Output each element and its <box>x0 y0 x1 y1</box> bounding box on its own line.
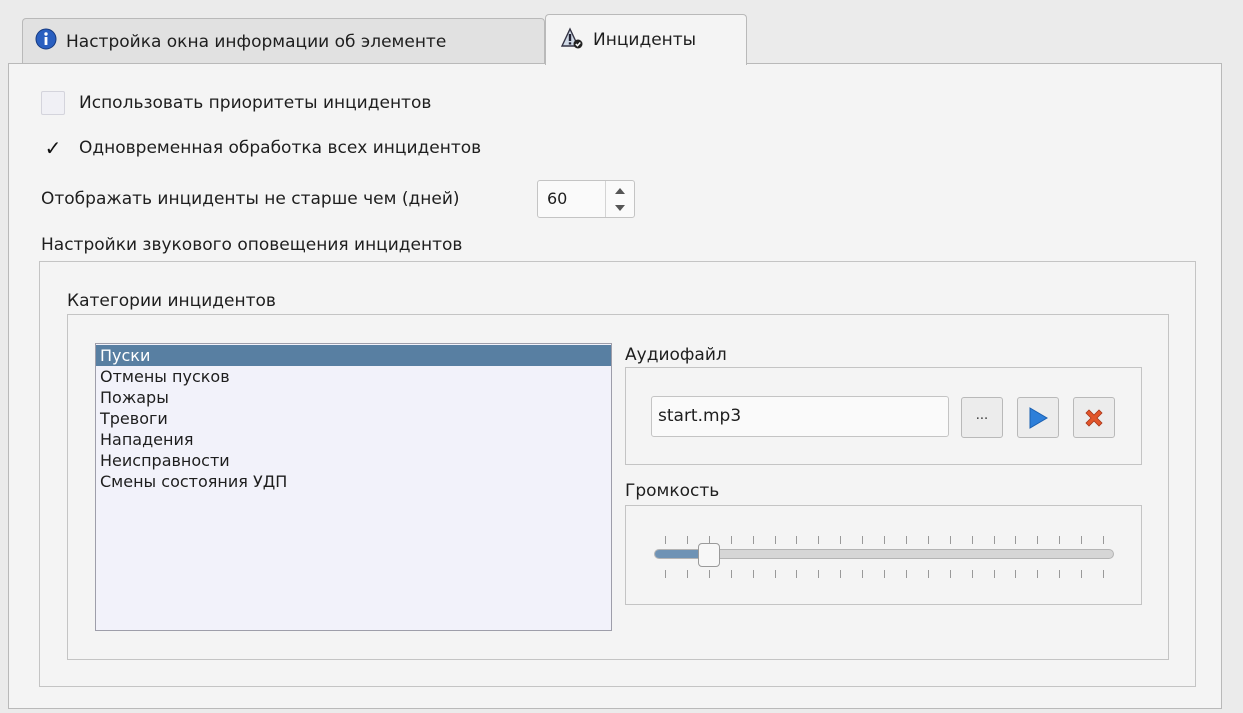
tick-mark <box>1103 570 1104 578</box>
remove-button[interactable] <box>1073 397 1115 438</box>
list-item[interactable]: Отмены пусков <box>96 366 611 387</box>
list-item[interactable]: Смены состояния УДП <box>96 471 611 492</box>
tick-mark <box>884 570 885 578</box>
spin-up-button[interactable] <box>606 181 634 199</box>
tick-mark <box>906 536 907 544</box>
tick-mark <box>1037 536 1038 544</box>
tick-mark <box>972 570 973 578</box>
tick-mark <box>687 570 688 578</box>
category-list[interactable]: Пуски Отмены пусков Пожары Тревоги Нападения… <box>95 343 612 631</box>
tick-mark <box>1081 536 1082 544</box>
tick-mark <box>994 536 995 544</box>
list-item[interactable]: Тревоги <box>96 408 611 429</box>
sound-group-title: Настройки звукового оповещения инциденто… <box>41 235 463 255</box>
use-priorities-checkbox[interactable] <box>41 91 65 115</box>
remove-icon <box>1085 408 1103 427</box>
tick-mark <box>950 536 951 544</box>
volume-ticks-top <box>665 536 1104 546</box>
tick-mark <box>972 536 973 544</box>
tick-mark <box>1059 536 1060 544</box>
tick-mark <box>928 570 929 578</box>
tick-mark <box>862 536 863 544</box>
days-value: 60 <box>547 189 568 208</box>
play-button[interactable] <box>1017 397 1059 438</box>
tick-mark <box>775 570 776 578</box>
tab-info-window-label: Настройка окна информации об элементе <box>66 31 447 52</box>
info-icon <box>35 28 57 55</box>
tick-mark <box>1059 570 1060 578</box>
simultaneous-label: Одновременная обработка всех инцидентов <box>79 138 482 158</box>
tick-mark <box>1015 536 1016 544</box>
tick-mark <box>796 536 797 544</box>
checkmark-icon: ✓ <box>44 136 62 160</box>
volume-ticks-bottom <box>665 570 1104 580</box>
browse-button[interactable]: ... <box>961 397 1003 438</box>
tick-mark <box>818 536 819 544</box>
list-item[interactable]: Пожары <box>96 387 611 408</box>
incident-bell-icon <box>558 26 584 55</box>
volume-label: Громкость <box>625 481 720 501</box>
use-priorities-label: Использовать приоритеты инцидентов <box>79 93 432 113</box>
tick-mark <box>818 570 819 578</box>
list-item[interactable]: Неисправности <box>96 450 611 471</box>
tick-mark <box>1037 570 1038 578</box>
days-filter-label: Отображать инциденты не старше чем (дней… <box>41 189 460 209</box>
tick-mark <box>753 570 754 578</box>
spin-buttons <box>605 181 634 217</box>
simultaneous-checkbox[interactable]: ✓ <box>41 136 65 160</box>
categories-title: Категории инцидентов <box>67 291 276 311</box>
audiofile-input[interactable]: start.mp3 <box>651 396 949 437</box>
list-item[interactable]: Нападения <box>96 429 611 450</box>
tick-mark <box>665 570 666 578</box>
spin-down-button[interactable] <box>606 199 634 217</box>
audiofile-label: Аудиофайл <box>625 345 727 365</box>
tick-mark <box>950 570 951 578</box>
tick-mark <box>687 536 688 544</box>
tick-mark <box>1015 570 1016 578</box>
tick-mark <box>862 570 863 578</box>
tick-mark <box>994 570 995 578</box>
arrow-down-icon <box>615 204 625 211</box>
tick-mark <box>731 570 732 578</box>
volume-slider[interactable] <box>654 549 1114 559</box>
tick-mark <box>665 536 666 544</box>
tick-mark <box>775 536 776 544</box>
tick-mark <box>709 570 710 578</box>
tick-mark <box>906 570 907 578</box>
tick-mark <box>884 536 885 544</box>
tab-incidents[interactable]: Инциденты <box>545 14 747 65</box>
tick-mark <box>928 536 929 544</box>
tick-mark <box>1103 536 1104 544</box>
tick-mark <box>840 570 841 578</box>
browse-label: ... <box>975 408 989 423</box>
tick-mark <box>731 536 732 544</box>
play-icon <box>1029 406 1048 429</box>
tick-mark <box>1081 570 1082 578</box>
tab-info-window[interactable]: Настройка окна информации об элементе <box>22 18 545 64</box>
tick-mark <box>840 536 841 544</box>
days-spinbox[interactable]: 60 <box>537 180 635 218</box>
volume-handle[interactable] <box>697 543 720 567</box>
arrow-up-icon <box>615 187 625 194</box>
list-item[interactable]: Пуски <box>96 345 611 366</box>
tick-mark <box>753 536 754 544</box>
tick-mark <box>796 570 797 578</box>
tab-incidents-label: Инциденты <box>593 30 697 50</box>
